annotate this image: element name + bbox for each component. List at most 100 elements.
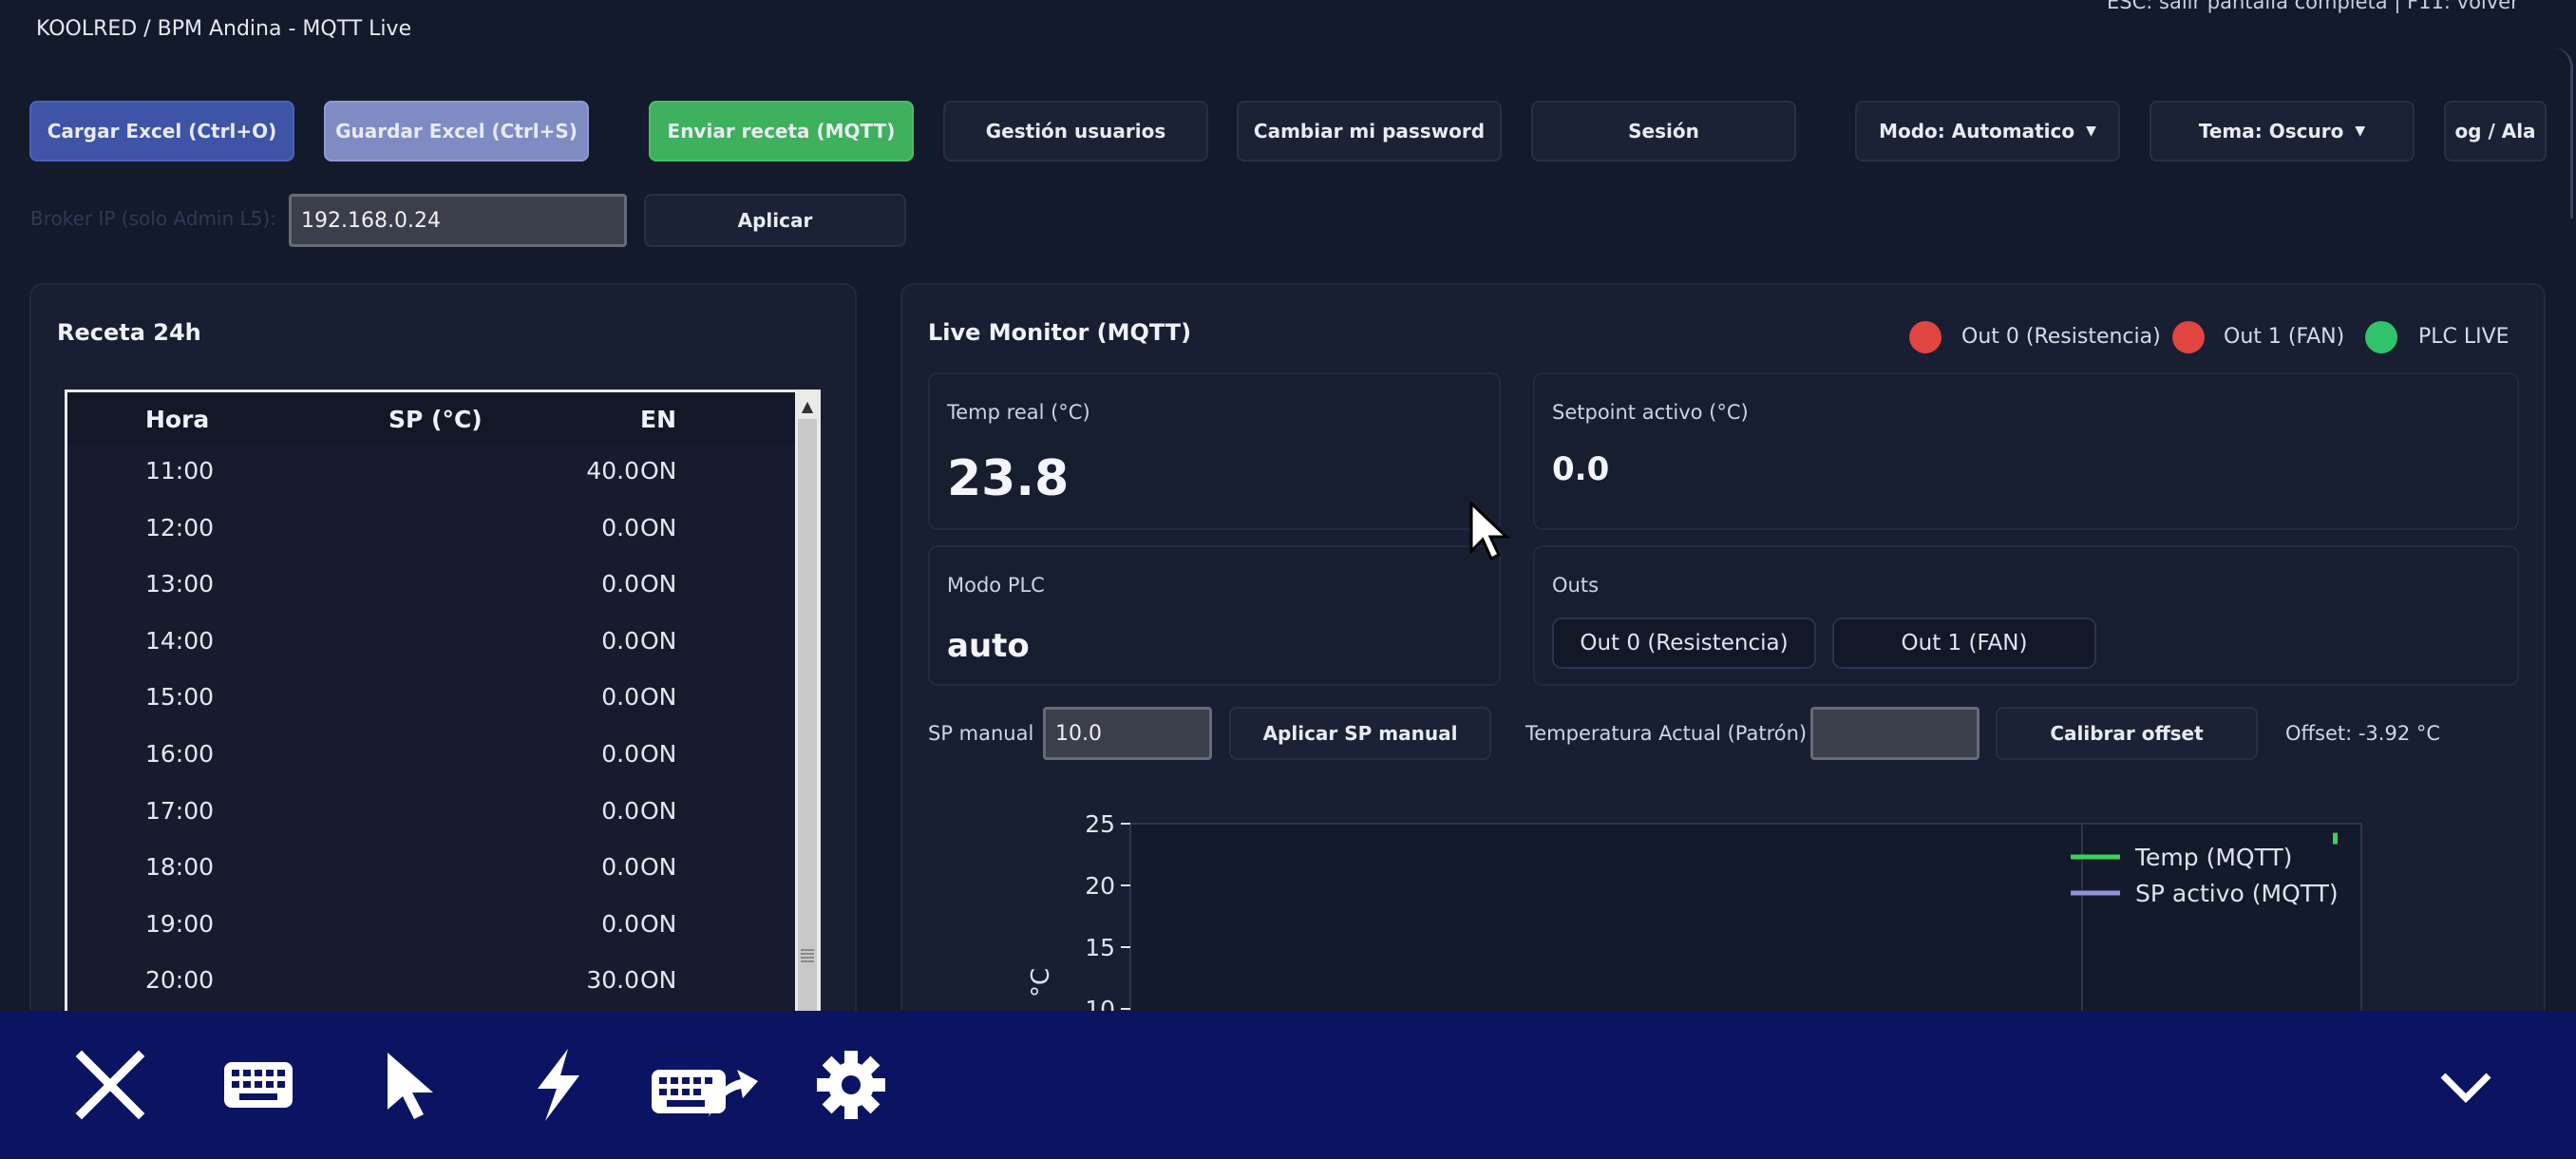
cell-sp: 0.0 xyxy=(601,570,639,598)
chevron-down-icon[interactable] xyxy=(2428,1047,2504,1123)
cell-sp: 0.0 xyxy=(601,626,639,655)
cell-sp: 0.0 xyxy=(601,796,639,825)
broker-apply-button[interactable]: Aplicar xyxy=(644,194,906,247)
cell-hora: 20:00 xyxy=(145,966,215,995)
y-tick-label: 25 xyxy=(1085,810,1115,838)
calibrate-offset-button[interactable]: Calibrar offset xyxy=(1996,707,2258,760)
cell-en: ON xyxy=(640,457,677,484)
cell-en: ON xyxy=(640,966,677,995)
cell-sp: 40.0 xyxy=(586,457,639,484)
theme-dropdown-label: Tema: Oscuro xyxy=(2198,120,2344,142)
table-row[interactable]: 12:00 0.0 ON xyxy=(67,501,795,558)
broker-ip-input[interactable]: 192.168.0.24 xyxy=(289,194,627,247)
cell-sp: 0.0 xyxy=(601,683,639,712)
keyboard-icon[interactable] xyxy=(220,1047,296,1123)
load-excel-button[interactable]: Cargar Excel (Ctrl+O) xyxy=(29,101,294,162)
cell-hora: 13:00 xyxy=(145,570,215,598)
offset-value: Offset: -3.92 °C xyxy=(2285,722,2441,745)
cell-sp: 0.0 xyxy=(601,513,639,542)
cell-en: ON xyxy=(640,853,677,882)
pointer-icon[interactable] xyxy=(374,1047,450,1123)
cell-hora: 15:00 xyxy=(145,683,215,712)
cell-en: ON xyxy=(640,796,677,825)
keyboard-send-icon[interactable] xyxy=(650,1047,760,1123)
cell-en: ON xyxy=(640,513,677,542)
cell-en: ON xyxy=(640,626,677,655)
table-row[interactable]: 15:00 0.0 ON xyxy=(67,670,795,727)
users-button[interactable]: Gestión usuarios xyxy=(943,101,1208,162)
y-tick-label: 20 xyxy=(1085,872,1115,900)
temp-data-point xyxy=(2333,832,2338,845)
temp-label: Temp real (°C) xyxy=(947,401,1090,424)
remote-toolbar xyxy=(0,1011,2576,1159)
table-row[interactable]: 14:00 0.0 ON xyxy=(67,614,795,671)
theme-dropdown[interactable]: Tema: Oscuro ▼ xyxy=(2150,101,2415,162)
send-recipe-button[interactable]: Enviar receta (MQTT) xyxy=(649,101,914,162)
scroll-thumb[interactable] xyxy=(798,419,817,1014)
outs-card: Outs Out 0 (Resistencia) Out 1 (FAN) xyxy=(1533,545,2519,686)
out0-button[interactable]: Out 0 (Resistencia) xyxy=(1552,618,1816,669)
gear-icon[interactable] xyxy=(813,1047,889,1123)
cell-hora: 14:00 xyxy=(145,626,215,655)
setpoint-card: Setpoint activo (°C) 0.0 xyxy=(1533,372,2519,530)
cell-sp: 0.0 xyxy=(601,740,639,768)
out1-button[interactable]: Out 1 (FAN) xyxy=(1832,618,2096,669)
y-axis-label: °C xyxy=(1027,968,1055,998)
table-row[interactable]: 18:00 0.0 ON xyxy=(67,840,795,897)
mouse-cursor-icon xyxy=(1469,502,1510,561)
table-row[interactable]: 11:00 40.0 ON xyxy=(67,444,795,501)
temp-actual-input[interactable] xyxy=(1810,707,1979,760)
temp-card: Temp real (°C) 23.8 xyxy=(928,372,1501,530)
recipe-table[interactable]: Hora SP (°C) EN 11:00 40.0 ON 12:00 0.0 ON 13:… xyxy=(65,390,821,1016)
out1-status-label: Out 1 (FAN) xyxy=(2224,325,2345,349)
table-row[interactable]: 19:00 0.0 ON xyxy=(67,897,795,954)
table-row[interactable]: 20:00 30.0 ON xyxy=(67,953,795,1010)
session-button[interactable]: Sesión xyxy=(1531,101,1796,162)
apply-sp-button[interactable]: Aplicar SP manual xyxy=(1229,707,1491,760)
col-hora: Hora xyxy=(145,406,210,433)
sp-manual-label: SP manual xyxy=(928,722,1034,745)
table-header: Hora SP (°C) EN xyxy=(67,392,795,444)
scroll-edge xyxy=(2553,48,2573,218)
save-excel-button[interactable]: Guardar Excel (Ctrl+S) xyxy=(324,101,589,162)
col-en: EN xyxy=(640,406,677,433)
table-row[interactable]: 13:00 0.0 ON xyxy=(67,557,795,614)
temp-value: 23.8 xyxy=(947,450,1070,507)
mode-plc-card: Modo PLC auto xyxy=(928,545,1501,686)
monitor-title: Live Monitor (MQTT) xyxy=(928,319,1192,346)
cell-hora: 12:00 xyxy=(145,513,215,542)
log-alarms-button[interactable]: og / Ala xyxy=(2444,101,2547,162)
cell-hora: 16:00 xyxy=(145,740,215,768)
outs-label: Outs xyxy=(1552,574,1600,597)
setpoint-label: Setpoint activo (°C) xyxy=(1552,401,1749,424)
cell-en: ON xyxy=(640,909,677,938)
plc-live-status-icon xyxy=(2365,321,2397,353)
fullscreen-hint: ESC: salir pantalla completa | F11: volv… xyxy=(2107,0,2519,13)
lightning-icon[interactable] xyxy=(521,1047,597,1123)
legend-sp-label: SP activo (MQTT) xyxy=(2135,880,2339,907)
change-password-button[interactable]: Cambiar mi password xyxy=(1237,101,1502,162)
table-row[interactable]: 16:00 0.0 ON xyxy=(67,727,795,784)
mode-dropdown[interactable]: Modo: Automatico ▼ xyxy=(1855,101,2120,162)
setpoint-value: 0.0 xyxy=(1552,450,1610,488)
scroll-grip-icon xyxy=(801,949,814,964)
y-tick-label: 15 xyxy=(1085,934,1115,961)
cell-en: ON xyxy=(640,683,677,712)
caret-down-icon: ▼ xyxy=(2086,124,2096,139)
cell-hora: 11:00 xyxy=(145,457,215,484)
scroll-up-arrow-icon[interactable]: ▲ xyxy=(795,392,818,419)
plc-live-status-label: PLC LIVE xyxy=(2418,325,2510,349)
window-title: KOOLRED / BPM Andina - MQTT Live xyxy=(36,17,412,41)
temp-actual-label: Temperatura Actual (Patrón) xyxy=(1525,722,1808,745)
table-row[interactable]: 17:00 0.0 ON xyxy=(67,784,795,841)
table-scrollbar[interactable]: ▲ xyxy=(795,392,818,1014)
out0-status-icon xyxy=(1909,321,1941,353)
legend-temp-label: Temp (MQTT) xyxy=(2134,844,2292,871)
sp-manual-input[interactable]: 10.0 xyxy=(1043,707,1212,760)
cell-sp: 0.0 xyxy=(601,909,639,938)
recipe-title: Receta 24h xyxy=(57,319,201,346)
cell-sp: 30.0 xyxy=(586,966,639,995)
cell-hora: 17:00 xyxy=(145,796,215,825)
caret-down-icon: ▼ xyxy=(2355,124,2366,139)
close-icon[interactable] xyxy=(72,1047,148,1123)
